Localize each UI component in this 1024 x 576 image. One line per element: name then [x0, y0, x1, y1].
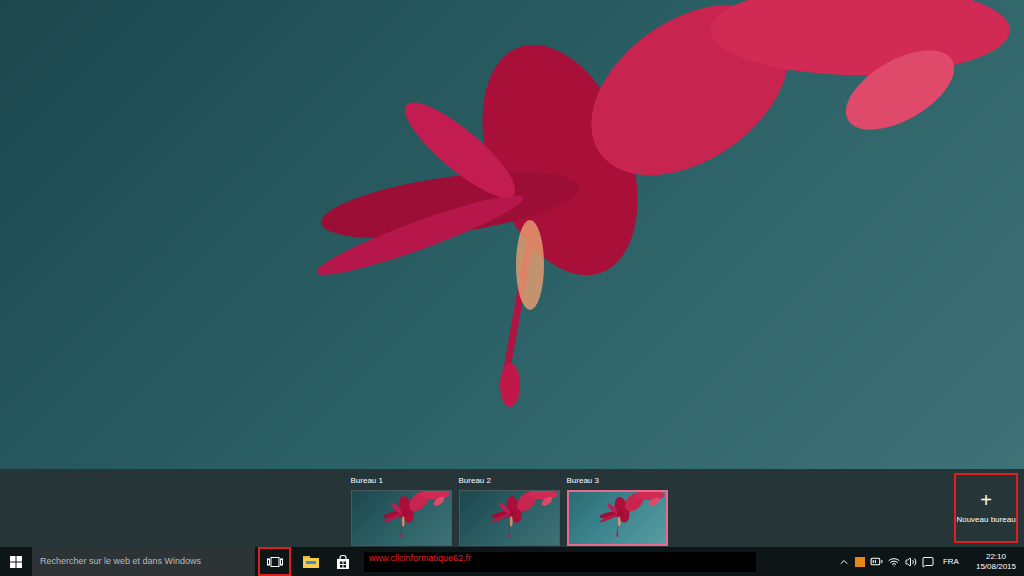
language-indicator[interactable]: FRA	[939, 556, 963, 568]
store-bag-icon	[336, 555, 350, 569]
volume-icon[interactable]	[905, 556, 917, 568]
chevron-up-icon[interactable]	[838, 556, 850, 568]
flower-icon	[352, 491, 451, 545]
desktop-item[interactable]: Bureau 3	[567, 475, 668, 546]
plus-icon: +	[980, 490, 992, 510]
wifi-icon[interactable]	[888, 556, 900, 568]
desktop-label: Bureau 1	[351, 475, 452, 490]
desktop-item[interactable]: Bureau 2	[459, 475, 560, 546]
clock-time: 22:10	[986, 552, 1006, 562]
watermark: www.clicinformatique62.fr	[364, 552, 756, 572]
desktop-thumbnail[interactable]	[351, 490, 452, 546]
taskbar: Rechercher sur le web et dans Windows www…	[0, 547, 1024, 576]
task-view-strip: Bureau 1 Bureau 2 Bureau 3 +Nouveau bureau	[0, 469, 1024, 547]
flower-icon	[569, 492, 666, 544]
desktop-label: Bureau 3	[567, 475, 668, 490]
desktop-thumbnail[interactable]	[459, 490, 560, 546]
desktop-item[interactable]: Bureau 1	[351, 475, 452, 546]
desktop-label: Bureau 2	[459, 475, 560, 490]
thumbnail-picture	[460, 491, 559, 545]
store-button[interactable]	[327, 547, 359, 576]
task-view-button[interactable]	[258, 547, 291, 576]
task-view-icon	[267, 557, 283, 567]
search-box[interactable]: Rechercher sur le web et dans Windows	[32, 547, 255, 576]
new-desktop-button[interactable]: +Nouveau bureau	[954, 473, 1018, 543]
search-placeholder: Rechercher sur le web et dans Windows	[40, 555, 201, 569]
app-tray-icon[interactable]	[855, 557, 865, 567]
clock-date: 15/08/2015	[976, 562, 1016, 572]
folder-icon	[303, 555, 319, 568]
thumbnail-picture	[569, 492, 666, 544]
file-explorer-button[interactable]	[295, 547, 327, 576]
notification-icon[interactable]	[922, 556, 934, 568]
screen: Bureau 1 Bureau 2 Bureau 3 +Nouveau bureau R…	[0, 0, 1024, 576]
clock[interactable]: 22:1015/08/2015	[968, 552, 1016, 572]
wallpaper-picture	[0, 0, 1024, 469]
windows-logo-icon	[10, 556, 22, 568]
thumbnail-picture	[352, 491, 451, 545]
start-button[interactable]	[0, 547, 32, 576]
desktop-thumbnail[interactable]	[567, 490, 668, 546]
flower-icon	[0, 0, 1024, 469]
watermark-text: www.clicinformatique62.fr	[369, 552, 471, 564]
battery-icon[interactable]	[870, 555, 883, 568]
desktop-wallpaper	[0, 0, 1024, 469]
desktop-list: Bureau 1 Bureau 2 Bureau 3	[351, 471, 668, 546]
new-desktop-label: Nouveau bureau	[956, 510, 1015, 526]
system-tray: FRA 22:1015/08/2015	[838, 547, 1024, 576]
flower-icon	[460, 491, 559, 545]
